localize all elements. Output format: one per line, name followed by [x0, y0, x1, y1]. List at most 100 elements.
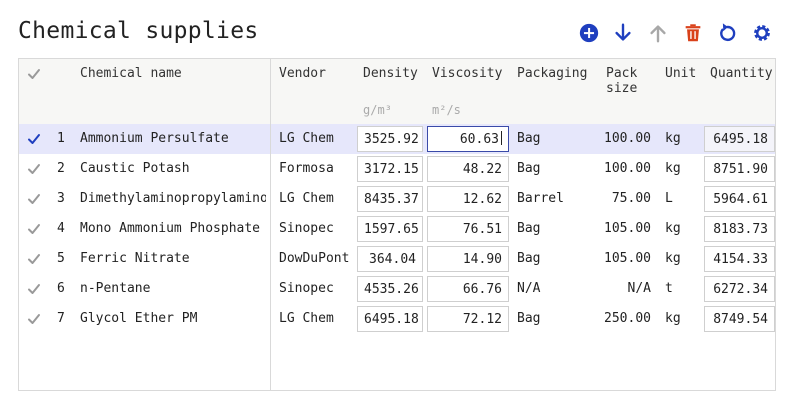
cell-unit[interactable]: kg: [665, 244, 695, 274]
page-title: Chemical supplies: [18, 18, 259, 44]
cell-pack-size[interactable]: 100.00: [591, 154, 651, 184]
undo-button[interactable]: [714, 20, 740, 46]
cell-viscosity-value: 76.51: [462, 222, 502, 237]
cell-chemical-name[interactable]: Glycol Ether PM: [80, 304, 266, 334]
table-row[interactable]: 2 Caustic Potash Formosa 3172.15 48.22 Bag 100…: [19, 154, 775, 184]
cell-viscosity-input[interactable]: 60.63: [427, 126, 509, 152]
cell-pack-size[interactable]: 75.00: [591, 184, 651, 214]
row-check-icon[interactable]: [27, 252, 41, 266]
cell-viscosity-input[interactable]: 72.12: [427, 306, 509, 332]
add-row-button[interactable]: [576, 20, 602, 46]
cell-viscosity-input[interactable]: 14.90: [427, 246, 509, 272]
cell-vendor[interactable]: LG Chem: [279, 124, 357, 154]
column-header-name[interactable]: Chemical name: [80, 66, 182, 81]
cell-density-input[interactable]: 4535.26: [357, 276, 423, 302]
delete-button[interactable]: [680, 20, 706, 46]
table-row[interactable]: 4 Mono Ammonium Phosphate Sinopec 1597.65 76…: [19, 214, 775, 244]
cell-vendor[interactable]: LG Chem: [279, 304, 357, 334]
cell-packaging[interactable]: Bag: [517, 124, 597, 154]
table-row[interactable]: 3 Dimethylaminopropylamino LG Chem 8435.37 1…: [19, 184, 775, 214]
cell-density-input[interactable]: 1597.65: [357, 216, 423, 242]
cell-pack-size[interactable]: 100.00: [591, 124, 651, 154]
table-row[interactable]: 7 Glycol Ether PM LG Chem 6495.18 72.12 Bag 25…: [19, 304, 775, 334]
row-check-icon[interactable]: [27, 192, 41, 206]
row-check-icon[interactable]: [27, 312, 41, 326]
cell-packaging[interactable]: Bag: [517, 244, 597, 274]
cell-packaging[interactable]: Bag: [517, 304, 597, 334]
cell-packaging[interactable]: Bag: [517, 214, 597, 244]
settings-button[interactable]: [749, 20, 775, 46]
table-header: Chemical name Vendor Density g/m³ Viscos…: [19, 59, 775, 125]
cell-unit[interactable]: t: [665, 274, 695, 304]
cell-quantity-input[interactable]: 4154.33: [704, 246, 775, 272]
column-header-viscosity[interactable]: Viscosity: [432, 66, 502, 81]
cell-quantity-input[interactable]: 5964.61: [704, 186, 775, 212]
cell-pack-size[interactable]: 250.00: [591, 304, 651, 334]
cell-viscosity-input[interactable]: 66.76: [427, 276, 509, 302]
cell-density-input[interactable]: 3525.92: [357, 126, 423, 152]
text-caret: [501, 131, 502, 145]
move-up-button[interactable]: [645, 20, 671, 46]
move-down-button[interactable]: [610, 20, 636, 46]
cell-chemical-name[interactable]: Dimethylaminopropylamino: [80, 184, 266, 214]
cell-viscosity-input[interactable]: 48.22: [427, 156, 509, 182]
cell-viscosity-value: 14.90: [462, 252, 502, 267]
cell-chemical-name[interactable]: Ferric Nitrate: [80, 244, 266, 274]
cell-unit[interactable]: kg: [665, 154, 695, 184]
row-check-icon[interactable]: [27, 282, 41, 296]
cell-packaging[interactable]: N/A: [517, 274, 597, 304]
row-check-icon[interactable]: [27, 132, 41, 146]
cell-pack-size[interactable]: 105.00: [591, 244, 651, 274]
arrow-down-icon: [615, 23, 631, 41]
table-row[interactable]: 5 Ferric Nitrate DowDuPont 364.04 14.90 Bag 10…: [19, 244, 775, 274]
pack-size-label-line2: size: [606, 81, 638, 96]
trash-icon: [685, 24, 701, 42]
cell-vendor[interactable]: LG Chem: [279, 184, 357, 214]
table-row[interactable]: 6 n-Pentane Sinopec 4535.26 66.76 N/A N/A t 6272…: [19, 274, 775, 304]
cell-packaging[interactable]: Bag: [517, 154, 597, 184]
cell-quantity-input[interactable]: 8751.90: [704, 156, 775, 182]
cell-chemical-name[interactable]: n-Pentane: [80, 274, 266, 304]
cell-pack-size[interactable]: 105.00: [591, 214, 651, 244]
cell-vendor[interactable]: Formosa: [279, 154, 357, 184]
viscosity-unit-label: m²/s: [432, 103, 461, 117]
cell-vendor[interactable]: DowDuPont: [279, 244, 357, 274]
row-number: 5: [57, 251, 65, 266]
cell-vendor[interactable]: Sinopec: [279, 274, 357, 304]
column-header-density[interactable]: Density: [363, 66, 418, 81]
cell-viscosity-value: 12.62: [462, 192, 502, 207]
cell-quantity-input[interactable]: 8749.54: [704, 306, 775, 332]
cell-density-input[interactable]: 6495.18: [357, 306, 423, 332]
cell-packaging[interactable]: Barrel: [517, 184, 597, 214]
cell-quantity-input[interactable]: 8183.73: [704, 216, 775, 242]
column-header-pack-size[interactable]: Pack size: [606, 66, 637, 96]
table-row[interactable]: 1 Ammonium Persulfate LG Chem 3525.92 60.63 B…: [19, 124, 775, 154]
cell-density-input[interactable]: 364.04: [357, 246, 423, 272]
cell-chemical-name[interactable]: Ammonium Persulfate: [80, 124, 266, 154]
cell-viscosity-input[interactable]: 76.51: [427, 216, 509, 242]
undo-icon: [720, 23, 736, 42]
cell-unit[interactable]: kg: [665, 214, 695, 244]
cell-quantity-input[interactable]: 6495.18: [704, 126, 775, 152]
column-header-vendor[interactable]: Vendor: [279, 66, 326, 81]
chemical-table: Chemical name Vendor Density g/m³ Viscos…: [18, 58, 776, 391]
column-header-packaging[interactable]: Packaging: [517, 66, 587, 81]
cell-viscosity-input[interactable]: 12.62: [427, 186, 509, 212]
row-check-icon[interactable]: [27, 162, 41, 176]
cell-unit[interactable]: L: [665, 184, 695, 214]
cell-density-input[interactable]: 3172.15: [357, 156, 423, 182]
cell-viscosity-value: 60.63: [459, 132, 499, 147]
column-header-quantity[interactable]: Quantity: [710, 66, 773, 81]
cell-pack-size[interactable]: N/A: [591, 274, 651, 304]
select-all-check-icon[interactable]: [27, 67, 41, 81]
cell-chemical-name[interactable]: Caustic Potash: [80, 154, 266, 184]
column-header-unit[interactable]: Unit: [665, 66, 696, 81]
row-number: 3: [57, 191, 65, 206]
cell-quantity-input[interactable]: 6272.34: [704, 276, 775, 302]
cell-density-input[interactable]: 8435.37: [357, 186, 423, 212]
cell-unit[interactable]: kg: [665, 304, 695, 334]
cell-unit[interactable]: kg: [665, 124, 695, 154]
cell-vendor[interactable]: Sinopec: [279, 214, 357, 244]
row-check-icon[interactable]: [27, 222, 41, 236]
cell-chemical-name[interactable]: Mono Ammonium Phosphate: [80, 214, 266, 244]
